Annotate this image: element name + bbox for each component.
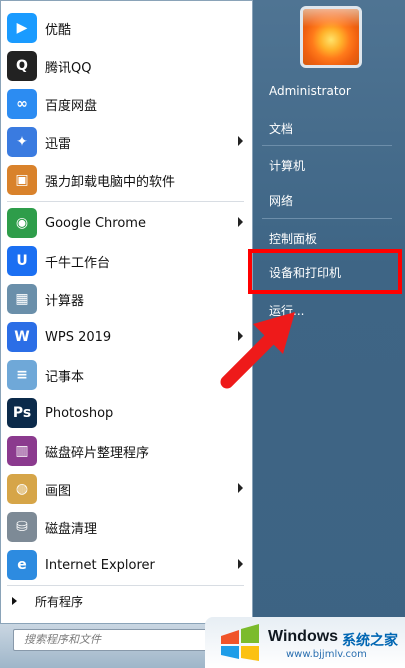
search-input[interactable]: 搜索程序和文件 (13, 629, 231, 651)
notepad-icon: ≡ (7, 360, 37, 390)
user-avatar[interactable] (300, 6, 362, 68)
disk-cleanup-icon: ⛁ (7, 512, 37, 542)
ie-icon: e (7, 550, 37, 580)
expand-arrow-icon (12, 597, 17, 605)
submenu-arrow-icon[interactable] (238, 136, 243, 146)
program-label: Internet Explorer (45, 557, 155, 573)
windows-logo-icon (221, 624, 259, 661)
computer-link[interactable]: 计算机 (269, 157, 305, 174)
submenu-arrow-icon[interactable] (238, 559, 243, 569)
paint-icon: ◍ (7, 474, 37, 504)
photoshop-icon: Ps (7, 398, 37, 428)
program-label: 计算器 (45, 293, 85, 309)
control-panel-link[interactable]: 控制面板 (269, 230, 317, 247)
wps-icon: W (7, 322, 37, 352)
program-item[interactable]: ⛁ 磁盘清理 (1, 508, 253, 546)
qq-icon: Q (7, 51, 37, 81)
program-item[interactable]: e Internet Explorer (1, 546, 253, 584)
xunlei-icon: ✦ (7, 127, 37, 157)
defrag-icon: ▥ (7, 436, 37, 466)
network-link[interactable]: 网络 (269, 192, 293, 209)
submenu-arrow-icon[interactable] (238, 483, 243, 493)
right-divider (262, 145, 392, 146)
program-item[interactable]: ▶ 优酷 (1, 9, 253, 47)
submenu-arrow-icon[interactable] (238, 217, 243, 227)
program-label: 优酷 (45, 22, 72, 38)
program-item[interactable]: ∞ 百度网盘 (1, 85, 253, 123)
program-item[interactable]: ◉ Google Chrome (1, 204, 253, 242)
program-label: 千牛工作台 (45, 255, 111, 271)
program-label: 迅雷 (45, 136, 72, 152)
uninstall-box-icon: ▣ (7, 165, 37, 195)
program-label: Photoshop (45, 405, 114, 421)
program-label: 腾讯QQ (45, 60, 92, 76)
watermark-cn: 系统之家 (342, 633, 398, 649)
watermark-url: www.bjjmlv.com (286, 649, 367, 660)
program-item[interactable]: U 千牛工作台 (1, 242, 253, 280)
program-label: WPS 2019 (45, 329, 112, 345)
calculator-icon: ▦ (7, 284, 37, 314)
program-item[interactable]: Q 腾讯QQ (1, 47, 253, 85)
user-name-link[interactable]: Administrator (269, 84, 351, 98)
program-label: 磁盘碎片整理程序 (45, 445, 150, 461)
highlight-box (248, 249, 402, 294)
program-label: Google Chrome (45, 215, 146, 231)
pointer-arrow-icon (220, 312, 295, 389)
program-item[interactable]: ◍ 画图 (1, 470, 253, 508)
program-item[interactable]: ▥ 磁盘碎片整理程序 (1, 432, 253, 470)
documents-link[interactable]: 文档 (269, 120, 293, 137)
program-item[interactable]: ▣ 强力卸载电脑中的软件 (1, 161, 253, 199)
program-item[interactable]: ✦ 迅雷 (1, 123, 253, 161)
watermark-brand: Windows (268, 628, 339, 645)
right-divider (262, 218, 392, 219)
all-programs-button[interactable]: 所有程序 (0, 586, 252, 616)
youku-icon: ▶ (7, 13, 37, 43)
program-label: 百度网盘 (45, 98, 98, 114)
program-label: 记事本 (45, 369, 85, 385)
search-placeholder: 搜索程序和文件 (24, 633, 101, 646)
list-divider (7, 201, 244, 202)
program-label: 画图 (45, 483, 72, 499)
chrome-icon: ◉ (7, 208, 37, 238)
program-label: 强力卸载电脑中的软件 (45, 174, 176, 190)
program-label: 磁盘清理 (45, 521, 98, 537)
all-programs-label: 所有程序 (35, 594, 84, 609)
qianniu-icon: U (7, 246, 37, 276)
baidu-netdisk-icon: ∞ (7, 89, 37, 119)
